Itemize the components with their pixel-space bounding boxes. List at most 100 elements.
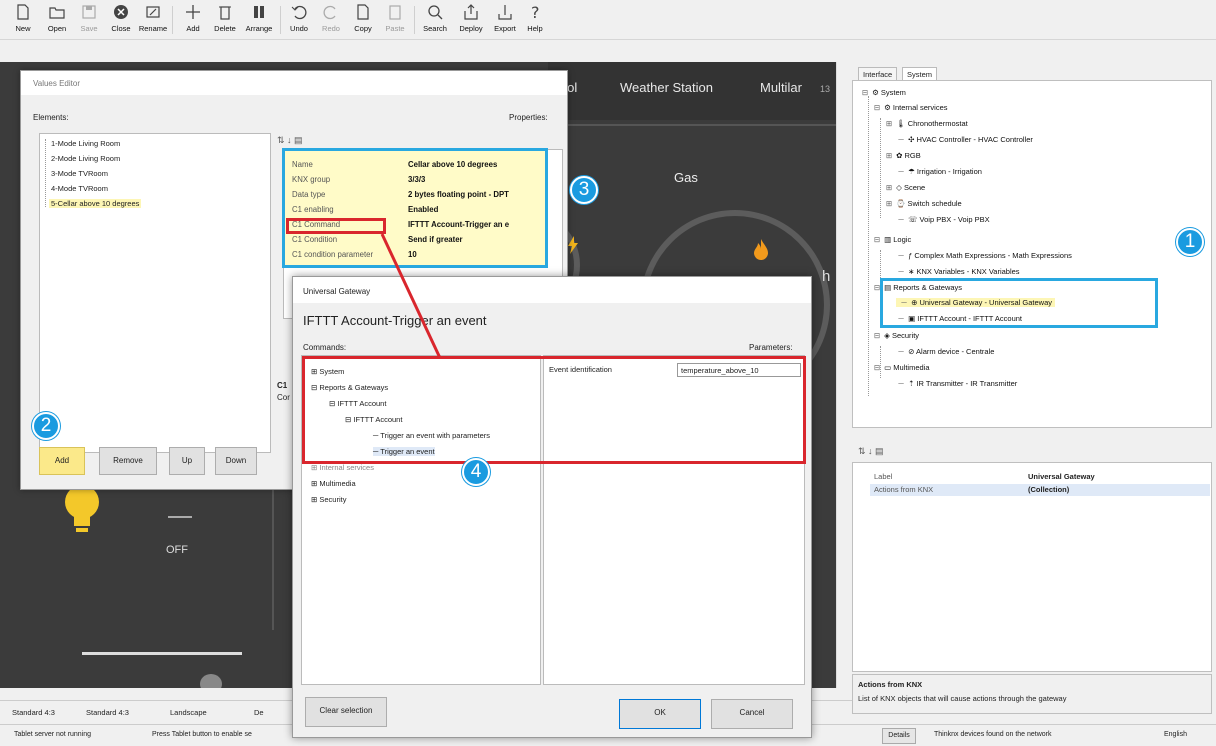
svg-text:?: ? <box>531 3 540 21</box>
main-toolbar: New Open Save Close Rename Add Delete Ar… <box>0 0 1216 40</box>
tree-node-switch-schedule[interactable]: ⊞ ⌚ Switch schedule <box>884 199 962 208</box>
props-sort-icons[interactable]: ⇅ ↓ ▤ <box>277 135 303 146</box>
tablet-hint: Press Tablet button to enable se <box>152 731 252 738</box>
undo-button[interactable]: Undo <box>284 3 314 37</box>
undo-icon <box>291 5 307 20</box>
add-element-button[interactable]: Add <box>39 447 85 475</box>
deploy-button[interactable]: Deploy <box>456 3 486 37</box>
step-badge-3: 3 <box>570 176 598 204</box>
list-item[interactable]: 4-Mode TVRoom <box>51 184 108 193</box>
ok-button[interactable]: OK <box>619 699 701 729</box>
copy-button[interactable]: Copy <box>348 3 378 37</box>
highlight-box-4 <box>302 356 806 464</box>
tree-node-system[interactable]: ⊟ ⚙ System <box>860 88 906 97</box>
rename-button[interactable]: Rename <box>138 3 168 37</box>
cancel-button[interactable]: Cancel <box>711 699 793 729</box>
prop-desc-text: Cor <box>277 393 290 402</box>
tree-node-voip[interactable]: ─ ☏ Voip PBX - Voip PBX <box>896 215 989 224</box>
export-icon <box>498 5 512 20</box>
plus-icon <box>186 5 200 19</box>
tree-node-irrigation[interactable]: ─ ☂ Irrigation - Irrigation <box>896 167 982 176</box>
export-button[interactable]: Export <box>490 3 520 37</box>
elements-list <box>39 133 271 453</box>
prop-label-value[interactable]: Universal Gateway <box>1028 472 1095 481</box>
orientation-dropdown[interactable]: Landscape <box>170 708 207 717</box>
prop-label-key: Label <box>874 472 893 481</box>
move-down-button[interactable]: Down <box>215 447 257 475</box>
props-toolbar-icons[interactable]: ⇅ ↓ ▤ <box>858 446 884 457</box>
slider-track[interactable] <box>82 652 242 655</box>
delete-button[interactable]: Delete <box>210 3 240 37</box>
clear-selection-button[interactable]: Clear selection <box>305 697 387 727</box>
tablet-server-status: Tablet server not running <box>14 731 92 738</box>
nav-item-multilar[interactable]: Multilar <box>760 80 802 95</box>
tree-node-knx-variables[interactable]: ─ ∗ KNX Variables - KNX Variables <box>896 267 1019 276</box>
close-circle-icon <box>114 5 128 19</box>
lightning-icon <box>568 236 578 254</box>
remove-element-button[interactable]: Remove <box>99 447 157 475</box>
tree-node-security[interactable]: ⊟ ◈ Security <box>872 331 919 340</box>
prop-row-c1-condition-parameter[interactable]: C1 condition parameter 10 <box>292 250 542 261</box>
list-item[interactable]: 2-Mode Living Room <box>51 154 120 163</box>
values-editor-title: Values Editor <box>21 71 567 95</box>
tree-node-logic[interactable]: ⊟ ▥ Logic <box>872 235 911 244</box>
paste-button[interactable]: Paste <box>380 3 410 37</box>
tree-node-alarm-device[interactable]: ─ ⊘ Alarm device - Centrale <box>896 347 994 356</box>
elements-label: Elements: <box>33 113 69 122</box>
prop-row-data-type[interactable]: Data type 2 bytes floating point - DPT <box>292 190 542 201</box>
arrange-button[interactable]: Arrange <box>244 3 274 37</box>
tab-interface[interactable]: Interface <box>858 67 898 81</box>
canvas-divider <box>272 480 274 630</box>
nav-number: 13 <box>820 84 831 94</box>
search-button[interactable]: Search <box>420 3 450 37</box>
prop-row-c1-enabling[interactable]: C1 enabling Enabled <box>292 205 542 216</box>
parameters-label: Parameters: <box>749 343 793 352</box>
add-button[interactable]: Add <box>178 3 208 37</box>
open-button[interactable]: Open <box>42 3 72 37</box>
tree-node-multimedia[interactable]: ⊟ ▭ Multimedia <box>872 363 930 372</box>
save-button[interactable]: Save <box>74 3 104 37</box>
search-icon <box>428 5 443 20</box>
folder-icon <box>49 7 65 19</box>
off-label: OFF <box>166 544 188 556</box>
prop-row-c1-condition[interactable]: C1 Condition Send if greater <box>292 235 542 246</box>
list-item-selected[interactable]: 5-Cellar above 10 degrees <box>49 199 142 208</box>
list-item[interactable]: 3-Mode TVRoom <box>51 169 108 178</box>
universal-gateway-dialog: Universal Gateway IFTTT Account-Trigger … <box>292 276 812 738</box>
devices-found-text: Thinknx devices found on the network <box>934 731 1052 738</box>
prop-actions-key: Actions from KNX <box>874 485 934 494</box>
nav-divider <box>560 124 836 126</box>
cmd-node-security[interactable]: ⊞ Security <box>311 495 346 504</box>
close-button[interactable]: Close <box>106 3 136 37</box>
paste-icon <box>389 5 401 20</box>
language-selector[interactable]: English <box>1164 731 1187 738</box>
layout-dropdown-1[interactable]: Standard 4:3 <box>12 708 55 717</box>
list-item[interactable]: 1-Mode Living Room <box>51 139 120 148</box>
move-up-button[interactable]: Up <box>169 447 205 475</box>
cmd-node-multimedia[interactable]: ⊞ Multimedia <box>311 479 356 488</box>
help-button[interactable]: ? Help <box>520 3 550 37</box>
light-bulb-icon[interactable] <box>62 482 102 538</box>
prop-row-name[interactable]: Name Cellar above 10 degrees <box>292 160 542 171</box>
canvas-vertical-scrollbar[interactable] <box>836 62 850 688</box>
tree-node-internal-services[interactable]: ⊟ ⚙ Internal services <box>872 103 948 112</box>
redo-button[interactable]: Redo <box>316 3 346 37</box>
prop-actions-value[interactable]: (Collection) <box>1028 485 1069 494</box>
trash-icon <box>219 6 231 20</box>
new-button[interactable]: New <box>8 3 38 37</box>
tree-node-complex-math[interactable]: ─ ƒ Complex Math Expressions - Math Expr… <box>896 251 1072 260</box>
nav-item-weather-station[interactable]: Weather Station <box>620 80 713 95</box>
step-badge-4: 4 <box>462 458 490 486</box>
tree-node-chronothermostat[interactable]: ⊞ 🌡 Chronothermostat <box>884 119 968 128</box>
tree-node-rgb[interactable]: ⊞ ✿ RGB <box>884 151 921 160</box>
prop-row-knx-group[interactable]: KNX group 3/3/3 <box>292 175 542 186</box>
new-page-icon <box>17 4 29 20</box>
tree-node-scene[interactable]: ⊞ ◇ Scene <box>884 183 925 192</box>
details-button[interactable]: Details <box>882 728 916 744</box>
tree-node-hvac[interactable]: ─ ✣ HVAC Controller - HVAC Controller <box>896 135 1033 144</box>
tab-system[interactable]: System <box>902 67 938 81</box>
cmd-node-internal-services[interactable]: ⊞ Internal services <box>311 463 374 472</box>
layout-dropdown-2[interactable]: Standard 4:3 <box>86 708 129 717</box>
device-dropdown[interactable]: De <box>254 708 264 717</box>
tree-node-ir-transmitter[interactable]: ─ ⇡ IR Transmitter - IR Transmitter <box>896 379 1017 388</box>
